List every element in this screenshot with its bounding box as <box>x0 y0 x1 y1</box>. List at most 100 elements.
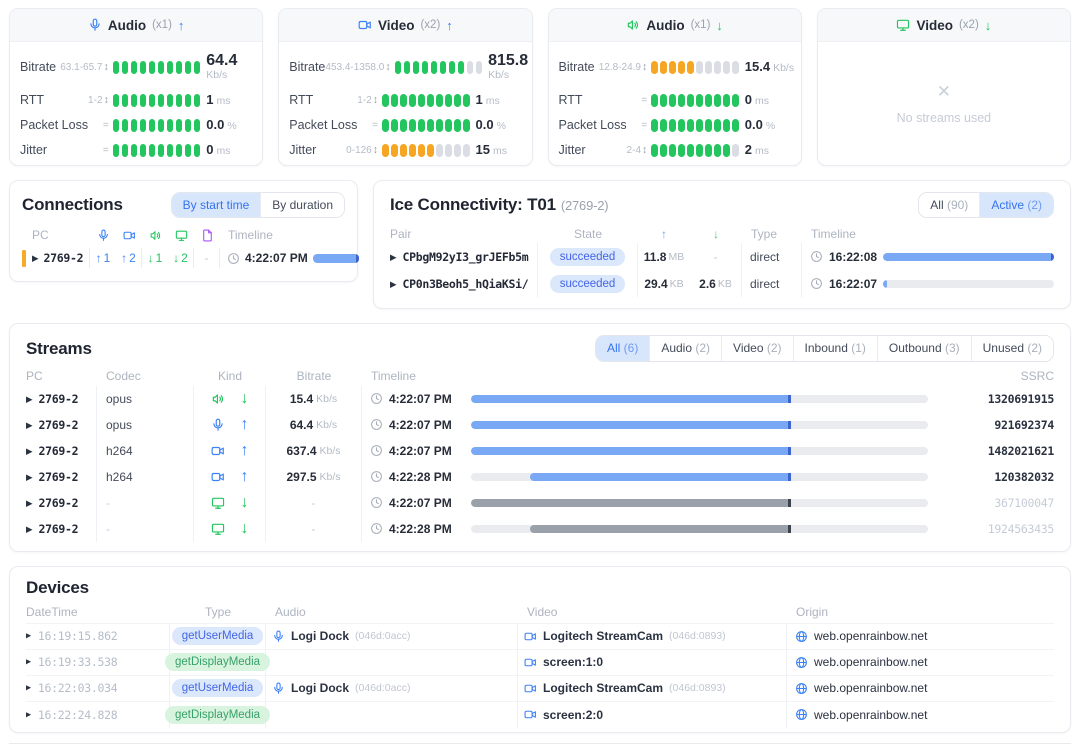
bar-segment-green <box>395 61 402 74</box>
device-audio: Logi Dock(046d:0acc) <box>266 624 518 649</box>
monitor-icon <box>175 229 188 242</box>
bar-segment-gray <box>445 144 452 157</box>
origin-url: web.openrainbow.net <box>814 655 927 669</box>
video-device-name: Logitech StreamCam <box>543 629 663 643</box>
stream-timeline: 4:22:07 PM <box>362 412 942 438</box>
speaker-icon <box>211 392 225 406</box>
datetime-value: 16:19:15.862 <box>38 629 117 643</box>
stat-value: 0ms <box>745 93 791 107</box>
streams-title: Streams <box>26 339 92 359</box>
expand-toggle-icon[interactable]: ▶ <box>26 395 33 404</box>
timeline-fill <box>883 253 1054 261</box>
pair-timeline: 16:22:08 <box>802 243 1054 270</box>
down-bytes-cell: - <box>690 243 742 270</box>
timeline-bar <box>471 447 928 455</box>
arrow-down-icon: ↓ <box>173 251 179 265</box>
media-card-header: Video(x2)↑ <box>279 9 531 42</box>
streams-filter-audio[interactable]: Audio (2) <box>649 336 721 360</box>
stream-timeline: 4:22:07 PM <box>362 386 942 412</box>
col-header-timeline: Timeline <box>228 228 273 242</box>
ice-filter-active[interactable]: Active (2) <box>979 193 1053 217</box>
active-marker <box>22 250 26 267</box>
expand-toggle-icon[interactable]: ▶ <box>26 525 33 534</box>
media-card-count: (x1) <box>691 19 711 31</box>
count-value: 1 <box>156 251 163 265</box>
filter-count: (6) <box>620 341 638 355</box>
bar-segment-green <box>660 94 667 107</box>
streams-filter-unused[interactable]: Unused (2) <box>971 336 1053 360</box>
bar-segment-green <box>185 61 192 74</box>
stream-pc: ▶2769-2 <box>26 464 97 490</box>
camera-icon <box>524 630 537 643</box>
expand-toggle-icon[interactable]: ▶ <box>26 473 33 482</box>
stream-count-cell: ↓1 <box>142 248 168 268</box>
timeline-bar <box>883 253 1054 261</box>
bar-segment-orange <box>678 61 685 74</box>
stat-unit: Kb/s <box>773 63 794 74</box>
media-card-header: Audio(x1)↓ <box>549 9 801 42</box>
stat-label: Bitrate <box>289 60 325 74</box>
expand-toggle-icon[interactable]: ▶ <box>26 499 33 508</box>
timeline-bar <box>883 280 1054 288</box>
stream-bitrate: 64.4Kb/s <box>266 412 362 438</box>
bar-segment-green <box>113 61 120 74</box>
audio-device-name: Logi Dock <box>291 629 349 643</box>
ice-filter-all[interactable]: All (90) <box>919 193 979 217</box>
stat-unit: % <box>227 121 236 132</box>
col-header-audio: Audio <box>266 605 518 619</box>
streams-filter-all[interactable]: All (6) <box>596 336 649 360</box>
expand-toggle-icon[interactable]: ▶ <box>32 254 39 263</box>
expand-toggle-icon[interactable]: ▶ <box>26 421 33 430</box>
connections-sort-by-start-time[interactable]: By start time <box>172 193 261 217</box>
timeline-fill <box>883 280 887 288</box>
stream-kind: ↑ <box>194 464 266 490</box>
bar-segment-green <box>669 94 676 107</box>
connections-sort-by-duration[interactable]: By duration <box>260 193 344 217</box>
stat-value: 815.8Kb/s <box>488 53 532 82</box>
streams-filter-outbound[interactable]: Outbound (3) <box>877 336 971 360</box>
expand-toggle-icon[interactable]: ▶ <box>26 632 31 641</box>
dash-value: - <box>312 522 316 536</box>
bar-segment-orange <box>651 61 658 74</box>
filter-label: Inbound <box>805 341 848 355</box>
filter-count: (90) <box>944 198 969 212</box>
stream-count-cell: ↑2 <box>116 248 142 268</box>
bar-segment-gray <box>723 61 730 74</box>
expand-toggle-icon[interactable]: ▶ <box>390 253 397 262</box>
expand-toggle-icon[interactable]: ▶ <box>26 684 31 693</box>
streams-filter-inbound[interactable]: Inbound (1) <box>793 336 877 360</box>
bar-segment-green <box>131 94 138 107</box>
expand-toggle-icon[interactable]: ▶ <box>26 711 31 720</box>
bar-segment-green <box>687 94 694 107</box>
stat-row-packet-loss: Packet Loss=0.0% <box>289 115 521 135</box>
device-audio <box>266 650 518 675</box>
no-streams-icon: ✕ <box>937 82 951 102</box>
bar-segment-orange <box>382 144 389 157</box>
device-type: getUserMedia <box>170 624 266 649</box>
expand-toggle-icon[interactable]: ▶ <box>26 447 33 456</box>
streams-filter-video[interactable]: Video (2) <box>721 336 792 360</box>
bar-segment-green <box>167 94 174 107</box>
device-video: Logitech StreamCam(046d:0893) <box>518 624 787 649</box>
pc-id: 2769-2 <box>39 496 79 510</box>
ice-title: Ice Connectivity: T01(2769-2) <box>390 195 608 215</box>
range-text: 12.8-24.9 <box>599 62 641 73</box>
streams-table-head: PCCodecKindBitrateTimelineSSRC <box>26 366 1054 386</box>
bar-segment-green <box>404 61 411 74</box>
stat-row-jitter: Jitter2-4↕2ms <box>559 140 791 160</box>
clock-icon <box>810 277 823 290</box>
range-text: 453.4-1358.0 <box>325 62 384 73</box>
expand-toggle-icon[interactable]: ▶ <box>390 280 397 289</box>
stream-bitrate: 15.4Kb/s <box>266 386 362 412</box>
device-row: ▶16:22:24.828getDisplayMediascreen:2:0we… <box>26 702 1054 728</box>
stat-value: 2ms <box>745 143 791 157</box>
bar-segment-orange <box>687 61 694 74</box>
device-row: ▶16:19:33.538getDisplayMediascreen:1:0we… <box>26 650 1054 676</box>
bar-segment-green <box>122 94 129 107</box>
stream-bitrate: - <box>266 490 362 516</box>
stream-ssrc: 1482021621 <box>942 438 1054 464</box>
timeline-bar <box>313 254 359 263</box>
bitrate-unit: Kb/s <box>320 445 341 457</box>
expand-toggle-icon[interactable]: ▶ <box>26 658 31 667</box>
col-header-codec: Codec <box>97 369 194 383</box>
